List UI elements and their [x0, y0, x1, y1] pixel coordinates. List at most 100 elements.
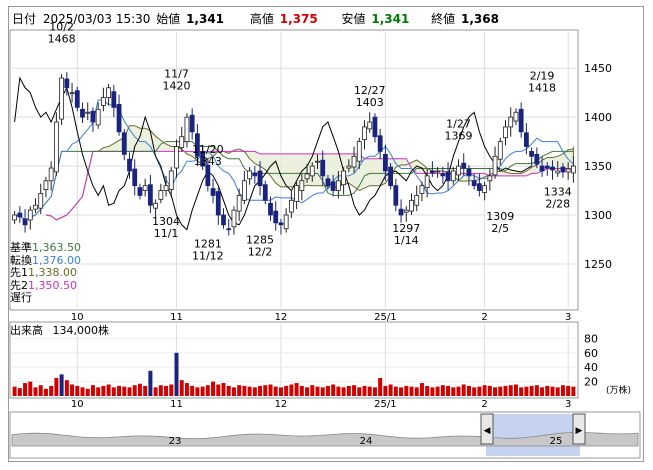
up-candle — [570, 165, 576, 174]
volume-bar — [258, 385, 263, 396]
volume-bar — [247, 386, 252, 396]
volume-bar — [127, 387, 132, 396]
y-tick-label: 1450 — [584, 62, 612, 75]
y-tick-label: 1300 — [584, 209, 612, 222]
down-candle — [137, 187, 143, 196]
up-candle — [294, 185, 300, 202]
volume-bar — [472, 387, 477, 396]
up-candle — [309, 165, 315, 177]
volume-bar — [85, 388, 90, 396]
overview-right-handle[interactable]: ▶ — [572, 413, 586, 445]
annotation-value: 1/14 — [394, 234, 419, 247]
down-candle — [523, 132, 529, 147]
volume-bar — [106, 384, 111, 396]
down-candle — [529, 151, 535, 157]
up-candle — [356, 141, 362, 162]
volume-x-axis: 10 11 12 25/1 2 3 — [71, 399, 571, 410]
volume-bar — [184, 383, 189, 396]
volume-bar — [529, 385, 534, 396]
volume-bar — [545, 385, 550, 396]
volume-header: 出来高 134,000株 — [10, 322, 109, 338]
up-candle — [168, 170, 174, 190]
tenkan-label: 転換 — [10, 253, 32, 267]
volume-bar — [38, 385, 43, 396]
senkou1-value: 1,338.00 — [28, 266, 77, 279]
volume-tick-label: 60 — [584, 347, 598, 360]
volume-bar — [169, 384, 174, 396]
tenkan-value: 1,376.00 — [32, 253, 81, 267]
down-candle — [550, 166, 555, 171]
volume-bar — [487, 385, 492, 396]
x-tick-label: 12 — [275, 312, 288, 323]
x-tick-label: 2 — [481, 312, 487, 323]
down-candle — [461, 162, 467, 169]
volume-tick-label: 20 — [584, 376, 598, 389]
up-candle — [492, 155, 498, 176]
overview-left-handle[interactable]: ◀ — [480, 413, 494, 445]
up-candle — [503, 126, 508, 139]
volume-bar — [367, 386, 372, 396]
down-candle — [398, 208, 404, 216]
up-candle — [508, 116, 514, 128]
down-candle — [80, 108, 85, 118]
down-candle — [257, 170, 263, 187]
up-candle — [424, 175, 430, 189]
down-candle — [74, 90, 80, 108]
volume-bar — [263, 385, 268, 396]
down-candle — [466, 168, 472, 177]
down-candle — [90, 110, 96, 123]
volume-bar — [23, 383, 28, 396]
up-candle — [414, 195, 420, 206]
up-candle — [38, 193, 44, 209]
up-candle — [346, 165, 352, 169]
annotation-value: 2/5 — [491, 222, 509, 235]
volume-bar — [231, 387, 236, 396]
up-candle — [158, 190, 164, 200]
indicator-chikou: 遅行 — [10, 291, 81, 305]
down-candle — [268, 202, 273, 216]
annotation-value: 11/1 — [154, 227, 179, 240]
volume-bar — [273, 386, 278, 396]
up-candle — [335, 180, 341, 191]
up-candle — [231, 209, 237, 228]
volume-bar — [43, 388, 48, 396]
volume-bar — [336, 386, 341, 396]
volume-bar — [461, 384, 466, 396]
volume-bar — [493, 387, 498, 396]
volume-bar — [132, 385, 137, 396]
volume-bar — [179, 380, 184, 396]
up-candle — [351, 155, 357, 168]
volume-bar — [419, 383, 424, 396]
up-candle — [565, 168, 571, 173]
annotation-value: 1403 — [356, 96, 384, 109]
volume-bar — [164, 385, 169, 396]
volume-tick-label: 80 — [584, 332, 598, 345]
volume-bar — [190, 385, 195, 396]
up-candle — [487, 175, 493, 182]
volume-bar — [195, 387, 200, 396]
volume-bar — [111, 387, 116, 396]
volume-unit-label: (万株) — [606, 384, 631, 396]
volume-bar — [477, 386, 482, 396]
up-candle — [341, 170, 347, 186]
volume-x-tick-label: 11 — [170, 399, 183, 410]
up-candle — [403, 209, 409, 213]
down-candle — [262, 184, 268, 201]
down-candle — [471, 180, 477, 187]
down-candle — [111, 91, 117, 108]
volume-bar — [143, 385, 148, 396]
volume-bar — [101, 385, 106, 396]
price-chart: 10/2146811/71420130411/111/201343128111/… — [9, 21, 641, 459]
volume-bar — [305, 387, 310, 396]
volume-bar — [482, 385, 487, 396]
volume-bar — [320, 387, 325, 396]
volume-bar — [425, 385, 430, 396]
up-candle — [163, 185, 169, 191]
down-candle — [221, 214, 226, 226]
x-tick-label: 3 — [565, 312, 571, 323]
price-x-axis: 10 11 12 25/1 2 3 — [71, 312, 571, 323]
y-tick-label: 1250 — [584, 258, 612, 271]
down-candle — [539, 165, 545, 172]
volume-bar — [399, 387, 404, 396]
up-candle — [153, 202, 159, 209]
